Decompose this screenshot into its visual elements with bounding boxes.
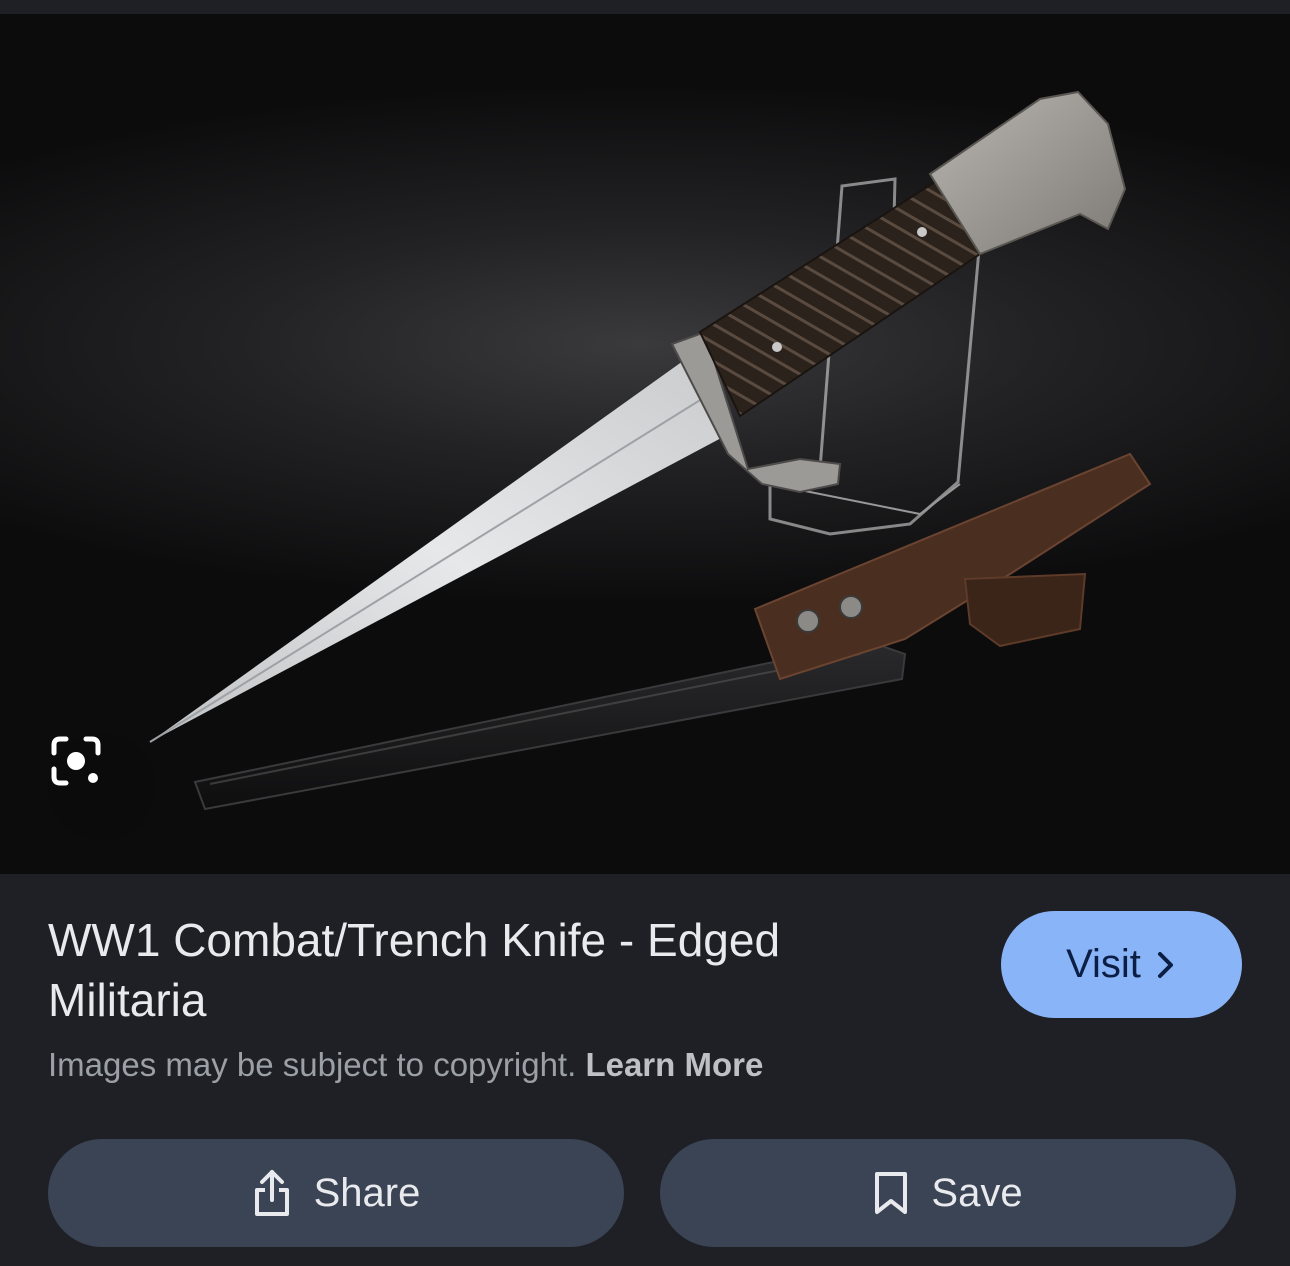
save-button[interactable]: Save xyxy=(660,1139,1236,1247)
share-label: Share xyxy=(313,1170,421,1215)
copyright-text: Images may be subject to copyright. xyxy=(48,1046,577,1083)
visit-label: Visit xyxy=(1066,942,1141,986)
learn-more-link[interactable]: Learn More xyxy=(585,1046,763,1083)
result-info: WW1 Combat/Trench Knife - Edged Militari… xyxy=(0,874,1290,1266)
copyright-notice: Images may be subject to copyright. Lear… xyxy=(48,1046,763,1084)
top-strip xyxy=(0,0,1290,14)
blade xyxy=(150,356,725,742)
result-title[interactable]: WW1 Combat/Trench Knife - Edged Militari… xyxy=(48,910,928,1030)
lens-button[interactable] xyxy=(48,733,156,841)
result-image[interactable] xyxy=(0,14,1290,874)
share-icon xyxy=(252,1168,292,1218)
save-label: Save xyxy=(931,1170,1023,1215)
chevron-right-icon xyxy=(1155,949,1177,981)
bookmark-icon xyxy=(873,1170,909,1216)
knife-illustration xyxy=(149,90,1152,811)
visit-button[interactable]: Visit xyxy=(1001,911,1242,1018)
share-button[interactable]: Share xyxy=(48,1139,624,1247)
